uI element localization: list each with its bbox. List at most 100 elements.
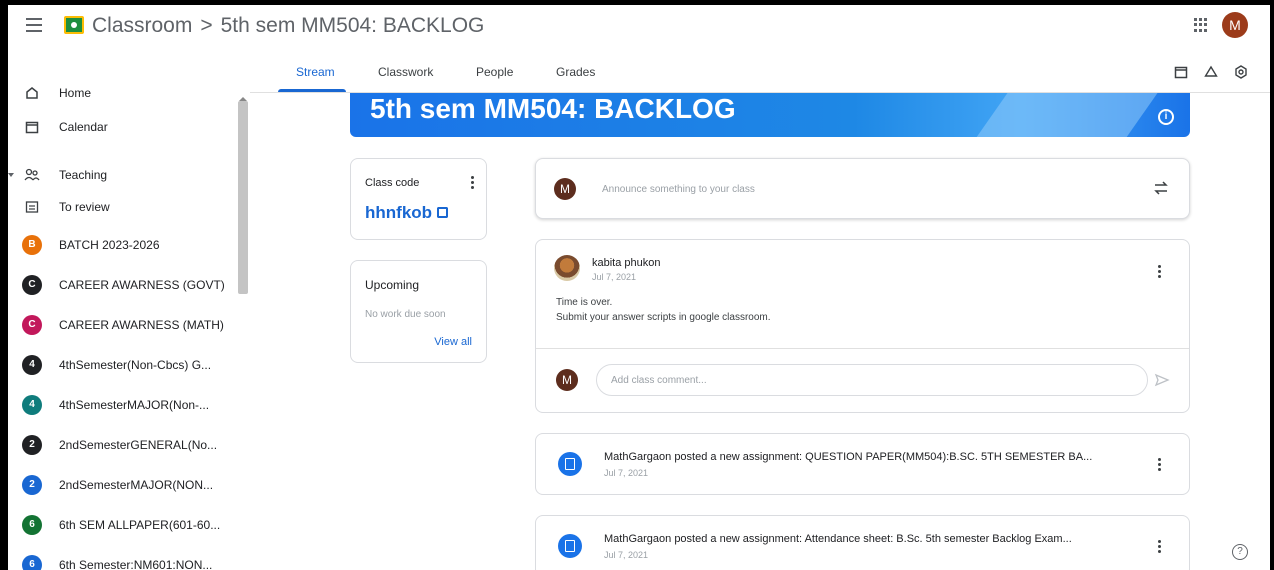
upcoming-title: Upcoming bbox=[365, 278, 420, 292]
fullscreen-icon[interactable] bbox=[437, 207, 448, 218]
post-text-line: Submit your answer scripts in google cla… bbox=[556, 312, 771, 323]
sidebar-scrollbar[interactable] bbox=[238, 101, 248, 294]
announce-placeholder: Announce something to your class bbox=[602, 184, 755, 195]
divider bbox=[536, 348, 1189, 349]
sidebar-item-class[interactable]: B BATCH 2023-2026 bbox=[8, 229, 238, 261]
class-code-value: hhnfkob bbox=[365, 203, 433, 222]
sidebar-item-label: 2ndSemesterMAJOR(NON... bbox=[59, 478, 214, 492]
reuse-post-icon[interactable] bbox=[1153, 179, 1169, 202]
tab-stream[interactable]: Stream bbox=[296, 65, 335, 79]
assignment-date: Jul 7, 2021 bbox=[604, 468, 649, 478]
assignment-post[interactable]: MathGargaon posted a new assignment: QUE… bbox=[535, 433, 1190, 495]
assignment-title: MathGargaon posted a new assignment: Att… bbox=[604, 533, 1072, 545]
sidebar-item-class[interactable]: C CAREER AWARNESS (GOVT) bbox=[8, 269, 238, 301]
sidebar-item-class[interactable]: C CAREER AWARNESS (MATH) bbox=[8, 309, 238, 341]
sidebar-item-calendar[interactable]: Calendar bbox=[8, 111, 238, 143]
sidebar-item-label: Calendar bbox=[59, 120, 108, 134]
post-author: kabita phukon bbox=[592, 257, 661, 269]
class-initial: C bbox=[22, 315, 42, 335]
class-avatar: 2 bbox=[22, 435, 42, 455]
post-text-line: Time is over. bbox=[556, 297, 613, 308]
sidebar-item-class[interactable]: 6 6th SEM ALLPAPER(601-60... bbox=[8, 509, 238, 541]
more-options-icon[interactable] bbox=[1158, 265, 1162, 279]
sidebar-item-label: 6th SEM ALLPAPER(601-60... bbox=[59, 518, 221, 532]
class-initial: 2 bbox=[22, 475, 42, 495]
home-icon bbox=[22, 83, 42, 103]
sidebar-item-label: 4thSemester(Non-Cbcs) G... bbox=[59, 358, 212, 372]
view-all-link[interactable]: View all bbox=[434, 336, 472, 348]
sidebar-item-class[interactable]: 6 6th Semester:NM601:NON... bbox=[8, 549, 238, 570]
people-icon bbox=[22, 165, 42, 185]
tab-classwork[interactable]: Classwork bbox=[378, 65, 433, 79]
settings-icon[interactable] bbox=[1234, 65, 1250, 81]
account-avatar[interactable]: M bbox=[1222, 12, 1248, 38]
active-tab-indicator bbox=[278, 89, 346, 92]
breadcrumb-class[interactable]: 5th sem MM504: BACKLOG bbox=[221, 14, 485, 37]
class-initial: 4 bbox=[22, 355, 42, 375]
class-avatar: 4 bbox=[22, 395, 42, 415]
assignment-date: Jul 7, 2021 bbox=[604, 550, 649, 560]
class-initial: 6 bbox=[22, 515, 42, 535]
comment-placeholder: Add class comment... bbox=[611, 375, 707, 386]
announce-box[interactable]: M Announce something to your class bbox=[535, 158, 1190, 219]
comment-input[interactable]: Add class comment... bbox=[596, 364, 1148, 396]
expand-caret-icon[interactable] bbox=[8, 173, 14, 177]
assignment-title: MathGargaon posted a new assignment: QUE… bbox=[604, 451, 1093, 463]
more-options-icon[interactable] bbox=[1158, 540, 1162, 554]
class-code-label: Class code bbox=[365, 177, 420, 189]
class-avatar: 6 bbox=[22, 555, 42, 570]
tab-people[interactable]: People bbox=[476, 65, 513, 79]
sidebar-item-class[interactable]: 4 4thSemesterMAJOR(Non-... bbox=[8, 389, 238, 421]
announcement-post: kabita phukon Jul 7, 2021 Time is over. … bbox=[535, 239, 1190, 413]
top-bar: Classroom >5th sem MM504: BACKLOG M bbox=[8, 5, 1270, 49]
class-code-card: Class code hhnfkob bbox=[350, 158, 487, 240]
more-options-icon[interactable] bbox=[1158, 458, 1162, 472]
sidebar-item-label: Teaching bbox=[59, 168, 108, 182]
sidebar: Home Calendar Teaching To review B BATCH… bbox=[8, 49, 250, 570]
class-avatar: B bbox=[22, 235, 42, 255]
help-icon[interactable]: ? bbox=[1232, 544, 1248, 560]
breadcrumb-app[interactable]: Classroom bbox=[92, 14, 192, 37]
assignment-post[interactable]: MathGargaon posted a new assignment: Att… bbox=[535, 515, 1190, 570]
sidebar-item-label: Home bbox=[59, 86, 92, 100]
class-avatar: 4 bbox=[22, 355, 42, 375]
sidebar-item-teaching[interactable]: Teaching bbox=[8, 159, 238, 191]
info-icon[interactable]: i bbox=[1158, 109, 1174, 125]
sidebar-item-label: CAREER AWARNESS (GOVT) bbox=[59, 278, 225, 292]
sidebar-item-class[interactable]: 2 2ndSemesterGENERAL(No... bbox=[8, 429, 238, 461]
author-avatar bbox=[554, 255, 580, 281]
class-initial: C bbox=[22, 275, 42, 295]
tab-grades[interactable]: Grades bbox=[556, 65, 595, 79]
class-avatar: 2 bbox=[22, 475, 42, 495]
breadcrumb: Classroom >5th sem MM504: BACKLOG bbox=[92, 14, 484, 38]
sidebar-item-class[interactable]: 2 2ndSemesterMAJOR(NON... bbox=[8, 469, 238, 501]
sidebar-item-home[interactable]: Home bbox=[8, 77, 238, 109]
sidebar-item-label: 4thSemesterMAJOR(Non-... bbox=[59, 398, 210, 412]
class-initial: 2 bbox=[22, 435, 42, 455]
send-icon[interactable] bbox=[1154, 372, 1170, 393]
classroom-logo[interactable] bbox=[64, 16, 84, 34]
main-menu-icon[interactable] bbox=[26, 18, 42, 32]
class-avatar: C bbox=[22, 275, 42, 295]
class-avatar: 6 bbox=[22, 515, 42, 535]
sidebar-item-label: To review bbox=[59, 200, 110, 214]
more-options-icon[interactable] bbox=[471, 176, 475, 190]
sidebar-item-label: CAREER AWARNESS (MATH) bbox=[59, 318, 224, 332]
assignment-icon bbox=[558, 534, 582, 558]
class-tabs: Stream Classwork People Grades bbox=[250, 49, 1270, 93]
sidebar-item-label: BATCH 2023-2026 bbox=[59, 238, 160, 252]
review-icon bbox=[22, 197, 42, 217]
calendar-icon[interactable] bbox=[1174, 65, 1190, 81]
post-date: Jul 7, 2021 bbox=[592, 272, 637, 282]
upcoming-card: Upcoming No work due soon View all bbox=[350, 260, 487, 363]
sidebar-item-class[interactable]: 4 4thSemester(Non-Cbcs) G... bbox=[8, 349, 238, 381]
google-apps-icon[interactable] bbox=[1194, 18, 1208, 32]
banner-title: 5th sem MM504: BACKLOG bbox=[370, 93, 736, 124]
sidebar-item-to-review[interactable]: To review bbox=[8, 191, 238, 223]
assignment-icon bbox=[558, 452, 582, 476]
drive-icon[interactable] bbox=[1204, 65, 1220, 81]
user-avatar: M bbox=[556, 369, 578, 391]
banner-decoration bbox=[951, 93, 1179, 137]
sidebar-item-label: 6th Semester:NM601:NON... bbox=[59, 558, 213, 570]
classroom-window: Classroom >5th sem MM504: BACKLOG M Home … bbox=[0, 0, 1274, 570]
